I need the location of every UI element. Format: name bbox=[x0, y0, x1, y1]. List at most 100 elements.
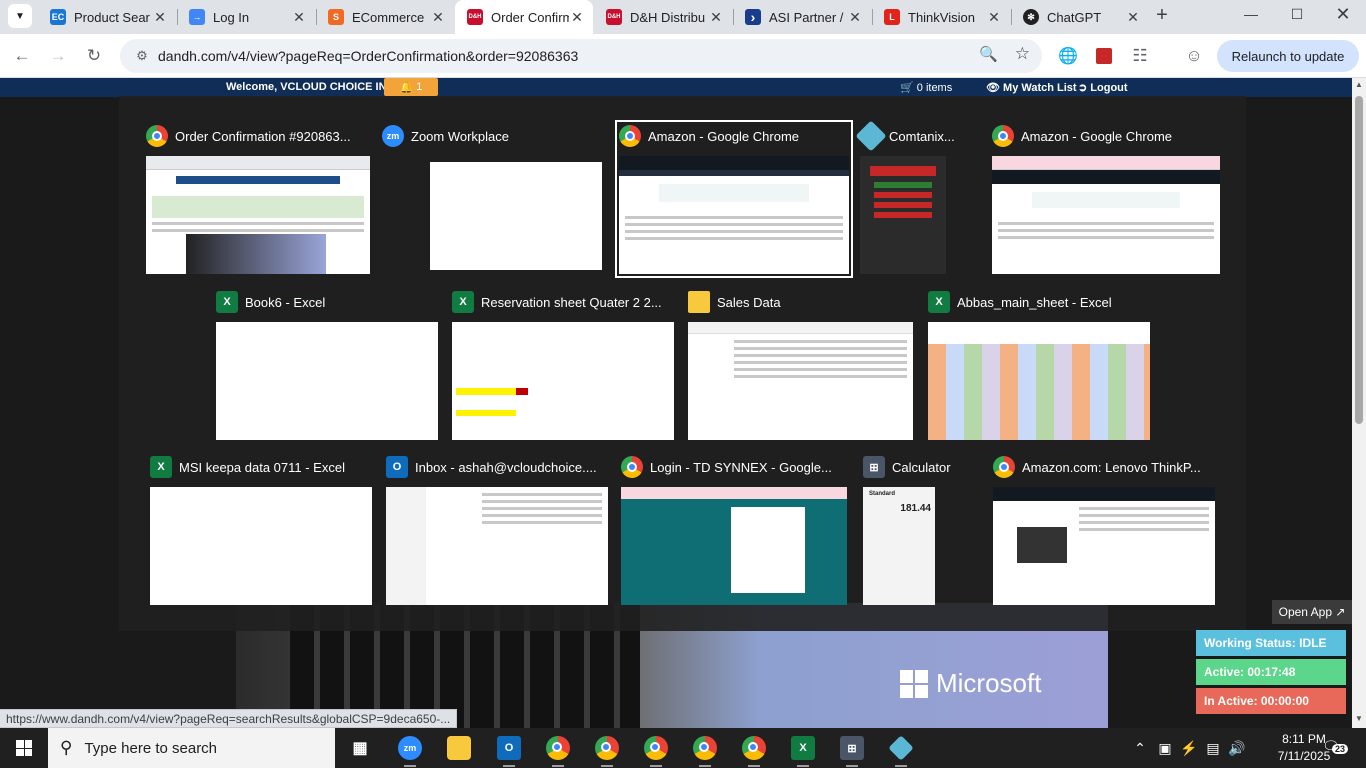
taskbar-outlook[interactable]: O bbox=[486, 728, 532, 768]
minimize-window-button[interactable]: — bbox=[1228, 0, 1274, 28]
window-thumbnail bbox=[621, 487, 847, 605]
working-status-label: Working Status: IDLE bbox=[1196, 630, 1346, 656]
switcher-window-zoom-workplace[interactable]: zm Zoom Workplace bbox=[382, 124, 610, 274]
window-title: Reservation sheet Quater 2 2... bbox=[481, 294, 662, 310]
link-status-bar: https://www.dandh.com/v4/view?pageReq=se… bbox=[0, 709, 458, 728]
tab-product-search[interactable]: EC Product Sear ✕ bbox=[38, 0, 176, 34]
window-title: Comtanix... bbox=[889, 128, 955, 144]
back-button[interactable]: ← bbox=[8, 42, 36, 70]
forward-button[interactable]: → bbox=[44, 42, 72, 70]
switcher-window-amazon-lenovo[interactable]: Amazon.com: Lenovo ThinkP... bbox=[993, 455, 1215, 605]
window-title: Inbox - ashah@vcloudchoice.... bbox=[415, 459, 597, 475]
alt-tab-switcher: Order Confirmation #920863... zm Zoom Wor… bbox=[119, 96, 1246, 631]
lenovo-favicon-icon: L bbox=[884, 9, 900, 25]
switcher-window-msi-keepa[interactable]: X MSI keepa data 0711 - Excel bbox=[150, 455, 372, 605]
taskbar-chrome-2[interactable] bbox=[584, 728, 630, 768]
taskbar-excel[interactable]: X bbox=[780, 728, 826, 768]
show-hidden-icons-button[interactable]: ⌃ bbox=[1130, 728, 1150, 768]
taskbar-chrome-3[interactable] bbox=[633, 728, 679, 768]
new-tab-button[interactable]: + bbox=[1150, 3, 1174, 27]
globe-extension-icon[interactable]: 🌐 bbox=[1054, 42, 1082, 70]
close-tab-icon[interactable]: ✕ bbox=[986, 9, 1002, 25]
extensions-puzzle-icon[interactable]: ☷ bbox=[1126, 42, 1154, 70]
task-view-icon: ▦ bbox=[352, 740, 368, 757]
close-tab-icon[interactable]: ✕ bbox=[291, 9, 307, 25]
tab-thinkvision[interactable]: L ThinkVision ✕ bbox=[872, 0, 1010, 34]
taskbar-zoom[interactable]: zm bbox=[387, 728, 433, 768]
tab-chatgpt[interactable]: ✻ ChatGPT ✕ bbox=[1011, 0, 1149, 34]
webcam-tray-icon[interactable]: ▣ bbox=[1154, 728, 1176, 768]
bookmark-star-icon[interactable]: ☆ bbox=[1015, 44, 1030, 64]
window-thumbnail bbox=[216, 322, 438, 440]
maximize-window-button[interactable]: ☐ bbox=[1274, 0, 1320, 28]
chrome-icon bbox=[644, 736, 668, 760]
open-app-button[interactable]: Open App ↗ bbox=[1272, 600, 1352, 624]
tab-title: Order Confirm bbox=[491, 9, 569, 25]
tab-dandh-distribu[interactable]: D&H D&H Distribu ✕ bbox=[594, 0, 732, 34]
switcher-window-amazon-chrome-2[interactable]: Amazon - Google Chrome bbox=[992, 124, 1220, 274]
welcome-text: Welcome, VCLOUD CHOICE INC bbox=[226, 81, 395, 93]
start-button[interactable] bbox=[0, 728, 48, 768]
tab-asi-partner[interactable]: › ASI Partner / ✕ bbox=[733, 0, 871, 34]
close-tab-icon[interactable]: ✕ bbox=[847, 9, 863, 25]
close-tab-icon[interactable]: ✕ bbox=[708, 9, 724, 25]
taskbar-calculator[interactable]: ⊞ bbox=[829, 728, 875, 768]
address-bar[interactable]: ⚙ dandh.com/v4/view?pageReq=OrderConfirm… bbox=[120, 39, 1042, 73]
notifications-button[interactable]: 🔔 1 bbox=[384, 78, 438, 96]
switcher-window-book6-excel[interactable]: X Book6 - Excel bbox=[216, 290, 438, 440]
task-view-button[interactable]: ▦ bbox=[337, 728, 383, 768]
pdf-extension-icon[interactable] bbox=[1090, 42, 1118, 70]
switcher-window-abbas-main-sheet[interactable]: X Abbas_main_sheet - Excel bbox=[928, 290, 1150, 440]
network-tray-icon[interactable]: ▤ bbox=[1202, 728, 1224, 768]
page-scrollbar[interactable]: ▲ ▼ bbox=[1352, 78, 1366, 728]
watch-list-link[interactable]: 👁 My Watch List bbox=[986, 81, 1077, 94]
switcher-window-comtanix[interactable]: Comtanix... bbox=[855, 120, 955, 274]
switcher-window-sales-data[interactable]: Sales Data bbox=[688, 290, 913, 440]
ecommerce-s-favicon-icon: S bbox=[328, 9, 344, 25]
taskbar-chrome-5[interactable] bbox=[731, 728, 777, 768]
taskbar-search-box[interactable]: ⚲ Type here to search bbox=[48, 728, 335, 768]
zoom-icon[interactable]: 🔍 bbox=[979, 45, 998, 63]
taskbar-file-explorer[interactable] bbox=[436, 728, 482, 768]
site-info-icon[interactable]: ⚙ bbox=[126, 48, 158, 64]
taskbar-comtanix[interactable] bbox=[878, 728, 924, 768]
relaunch-to-update-button[interactable]: Relaunch to update bbox=[1217, 40, 1359, 72]
switcher-window-amazon-chrome-1[interactable]: Amazon - Google Chrome bbox=[615, 120, 853, 278]
close-window-button[interactable]: ✕ bbox=[1320, 0, 1366, 28]
switcher-window-order-confirmation[interactable]: Order Confirmation #920863... bbox=[146, 124, 370, 274]
switcher-window-outlook-inbox[interactable]: O Inbox - ashah@vcloudchoice.... bbox=[386, 455, 608, 605]
cart-link[interactable]: 🛒 0 items bbox=[900, 81, 952, 94]
close-tab-icon[interactable]: ✕ bbox=[430, 9, 446, 25]
reload-button[interactable]: ↻ bbox=[80, 42, 108, 70]
tab-ecommerce[interactable]: S ECommerce ✕ bbox=[316, 0, 454, 34]
volume-tray-icon[interactable]: 🔊 bbox=[1226, 728, 1248, 768]
url-text[interactable]: dandh.com/v4/view?pageReq=OrderConfirmat… bbox=[158, 48, 578, 64]
window-thumbnail bbox=[928, 322, 1150, 440]
scroll-up-arrow-icon[interactable]: ▲ bbox=[1352, 80, 1366, 92]
tab-order-confirmation[interactable]: D&H Order Confirm ✕ bbox=[455, 0, 593, 34]
window-title: Abbas_main_sheet - Excel bbox=[957, 294, 1112, 310]
taskbar-chrome-4[interactable] bbox=[682, 728, 728, 768]
notification-badge: 23 bbox=[1332, 744, 1349, 754]
close-tab-icon[interactable]: ✕ bbox=[569, 9, 585, 25]
switcher-window-calculator[interactable]: ⊞ Calculator Standard 181.44 bbox=[863, 455, 955, 605]
taskbar-chrome-1[interactable] bbox=[535, 728, 581, 768]
switcher-window-reservation-sheet[interactable]: X Reservation sheet Quater 2 2... bbox=[452, 290, 674, 440]
browser-toolbar: ← → ↻ ⚙ dandh.com/v4/view?pageReq=OrderC… bbox=[0, 34, 1366, 78]
switcher-window-td-synnex-login[interactable]: Login - TD SYNNEX - Google... bbox=[621, 455, 847, 605]
scrollbar-thumb[interactable] bbox=[1355, 96, 1363, 424]
notification-center-button[interactable]: 🗨 23 bbox=[1322, 738, 1349, 758]
profile-avatar-icon[interactable]: ☺ bbox=[1180, 42, 1208, 70]
microsoft-wordmark: Microsoft bbox=[936, 668, 1042, 698]
tab-search-menu-button[interactable]: ▼ bbox=[8, 4, 32, 28]
logout-link[interactable]: ➲ Logout bbox=[1078, 81, 1128, 94]
power-tray-icon[interactable]: ⚡ bbox=[1178, 728, 1200, 768]
window-thumbnail bbox=[992, 156, 1220, 274]
tab-log-in[interactable]: → Log In ✕ bbox=[177, 0, 315, 34]
scroll-down-arrow-icon[interactable]: ▼ bbox=[1352, 714, 1366, 726]
window-thumbnail bbox=[386, 487, 608, 605]
outlook-icon: O bbox=[497, 736, 521, 760]
chrome-icon bbox=[992, 125, 1014, 147]
close-tab-icon[interactable]: ✕ bbox=[152, 9, 168, 25]
close-tab-icon[interactable]: ✕ bbox=[1125, 9, 1141, 25]
